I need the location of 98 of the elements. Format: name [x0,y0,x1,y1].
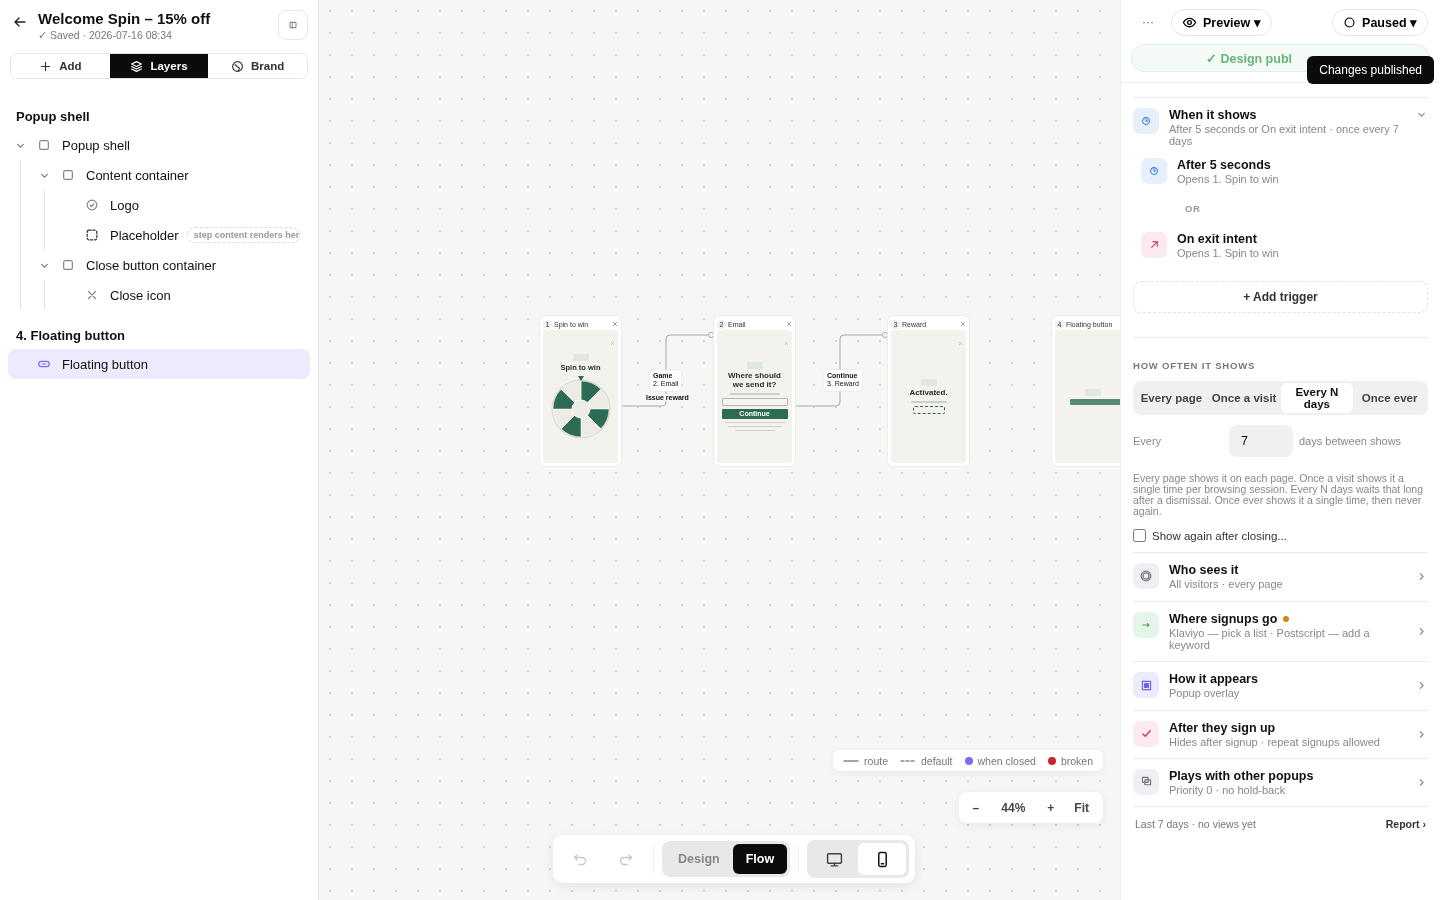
setting-title: After they sign up [1169,720,1276,735]
layer-label: Floating button [62,356,148,372]
setting-title: How it appears [1169,672,1258,687]
check-circle-icon [85,198,99,212]
trigger-title: After 5 seconds [1177,157,1272,172]
layer-label: Close icon [110,287,171,303]
frequency-option[interactable]: Once ever [1353,383,1426,414]
frequency-option[interactable]: Once a visit [1207,383,1281,414]
panel-icon [287,19,299,31]
zoom-out-button[interactable]: – [962,793,990,822]
popup-heading: Where should we send it? [727,372,782,390]
popup-title: Welcome Spin – 15% off [38,10,212,27]
layers-icon [130,59,144,73]
legend-label: broken [1060,754,1093,767]
layer-label: Placeholder [110,227,179,243]
legend-label: when closed [977,754,1036,767]
section-title: 4. Floating button [16,328,127,343]
trigger-detail: Opens 1. Spin to win [1177,172,1280,185]
checkbox-label: Show again after closing... [1152,529,1287,542]
setting-detail: Hides after signup · repeat signups allowed [1169,735,1381,748]
legend-label: route [864,754,888,767]
or-separator: OR [1185,202,1202,214]
setting-detail: Klaviyo — pick a list · Postscript — add a keyword [1169,626,1371,652]
rings-icon [1139,569,1153,584]
zoom-level: 44% [1000,800,1027,815]
close-icon [612,321,618,327]
dashed-square-icon [85,228,99,242]
settings-row[interactable]: After they sign up Hides after signup · repeat signups allowed [1133,709,1428,758]
close-icon [786,321,792,327]
section-title: Popup shell [16,109,91,124]
setting-title: Where signups go [1169,611,1278,626]
clock-icon [1140,115,1152,127]
frequency-option[interactable]: Every page [1135,383,1208,414]
layer-item[interactable]: Content container [8,160,310,190]
setting-detail: Popup overlay [1169,687,1241,700]
floating-button [1070,398,1120,405]
days-field[interactable]: 7 [1229,425,1293,458]
square-icon [61,258,75,272]
section-title: When it shows [1169,108,1258,122]
layer-item[interactable]: Floating button [8,349,310,379]
panel-tab[interactable]: Layers [109,54,209,78]
close-icon [85,288,99,302]
more-button[interactable]: ··· [1133,15,1163,29]
trigger-detail: Opens 1. Spin to win [1177,246,1280,260]
device-tab[interactable] [858,843,907,875]
stats-text: Last 7 days · no views yet [1135,818,1256,831]
layer-item[interactable]: Placeholder step content renders her [8,220,310,250]
layer-item[interactable]: Close icon [8,280,310,310]
frequency-option[interactable]: Every N days [1280,383,1354,414]
square-icon [37,138,51,152]
layer-label: Content container [86,167,189,183]
layer-item[interactable]: Popup shell [8,130,310,160]
save-status: ✓ Saved · 2026-07-16 08:34 [38,29,173,41]
layer-label: Logo [110,197,139,213]
section-heading: HOW OFTEN IT SHOWS [1133,360,1257,372]
add-trigger-button[interactable]: + Add trigger [1133,281,1428,314]
trigger-title: On exit intent [1177,231,1258,246]
setting-title: Plays with other popups [1169,768,1314,783]
mode-tab[interactable]: Flow [732,844,788,874]
settings-row[interactable]: How it appears Popup overlay [1133,661,1428,710]
layer-item[interactable]: Close button container [8,250,310,280]
close-icon [610,341,615,346]
setting-detail: Priority 0 · no hold-back [1169,783,1287,797]
circle-icon [1343,15,1357,29]
fit-button[interactable]: Fit [1064,793,1099,822]
layer-item[interactable]: Logo [8,190,310,220]
help-text: Every page shows it on each page. Once a visit shows it a single time per browsing session. Every N days waits that long after a dismissal. Once ever shows it a single time, then never again. [1133,473,1425,518]
report-link[interactable]: Report › [1385,818,1426,831]
square-icon [1139,678,1153,692]
palette-icon [231,59,245,73]
setting-detail: All visitors · every page [1169,578,1284,591]
zoom-in-button[interactable]: + [1037,793,1065,822]
section-summary: After 5 seconds or On exit intent · once every 7 days [1169,123,1400,148]
layer-label: Close button container [86,257,217,273]
popup-heading: Activated. [909,389,948,398]
close-icon [960,321,966,327]
status-button[interactable]: Paused ▾ [1332,8,1428,36]
legend-label: default [921,754,953,767]
setting-title: Who sees it [1169,563,1239,578]
collapse-panel-button[interactable] [278,10,308,40]
close-icon [784,341,789,346]
email-field[interactable] [721,397,788,406]
desktop-icon [825,850,843,868]
prize-wheel-drawing [550,375,611,440]
layer-label: Popup shell [62,137,130,153]
tooltip: Changes published [1307,56,1434,84]
field-label: Every [1133,435,1163,448]
plus-icon [39,59,53,73]
checkbox[interactable] [1133,529,1146,543]
code-box [912,405,945,414]
preview-button[interactable]: Preview ▾ [1171,8,1272,36]
settings-row[interactable]: Where signups go Klaviyo — pick a list · Postscript — add a keyword [1133,600,1428,662]
settings-row[interactable]: Who sees it All visitors · every page [1133,552,1428,601]
field-suffix: days between shows [1299,435,1402,448]
square-icon [61,168,75,182]
clock-icon [1148,164,1160,177]
settings-row[interactable]: Plays with other popups Priority 0 · no hold-back [1133,757,1428,807]
close-icon [958,341,963,346]
